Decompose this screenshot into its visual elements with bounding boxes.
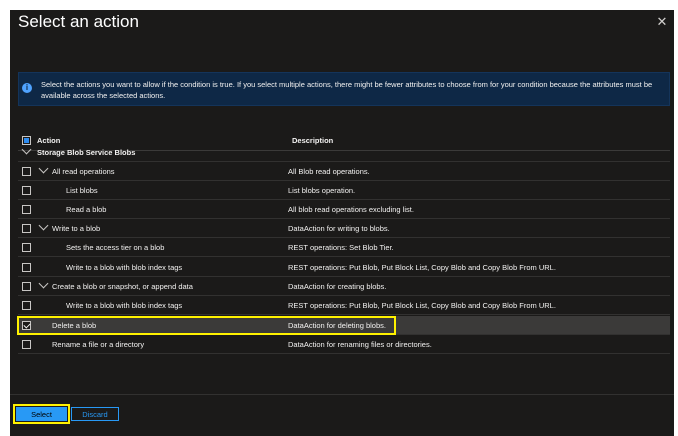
row-checkbox[interactable] xyxy=(22,340,31,349)
action-description: All Blob read operations. xyxy=(288,167,370,176)
action-description: REST operations: Set Blob Tier. xyxy=(288,243,394,252)
table-row[interactable]: Rename a file or a directory DataAction … xyxy=(18,335,670,354)
action-description: REST operations: Put Blob, Put Block Lis… xyxy=(288,301,556,310)
select-action-panel: Select an action ✕ i Select the actions … xyxy=(10,10,674,436)
chevron-down-icon[interactable] xyxy=(38,163,49,174)
action-description: All blob read operations excluding list. xyxy=(288,205,414,214)
panel-title: Select an action xyxy=(18,12,139,31)
action-label: Delete a blob xyxy=(52,321,97,330)
table-row[interactable]: List blobs List blobs operation. xyxy=(18,181,670,200)
action-label: Sets the access tier on a blob xyxy=(66,243,165,252)
table-row[interactable]: Write to a blob with blob index tags RES… xyxy=(18,296,670,315)
row-checkbox[interactable] xyxy=(22,186,31,195)
action-description: List blobs operation. xyxy=(288,186,356,195)
row-checkbox[interactable] xyxy=(22,224,31,233)
footer-divider xyxy=(10,394,674,395)
group-row-storage-blob[interactable]: Storage Blob Service Blobs xyxy=(18,143,670,162)
table-row[interactable]: All read operations All Blob read operat… xyxy=(18,162,670,181)
action-description: DataAction for writing to blobs. xyxy=(288,224,390,233)
action-label: List blobs xyxy=(66,186,98,195)
row-checkbox-checked[interactable] xyxy=(22,321,31,330)
action-label: All read operations xyxy=(52,167,115,176)
action-description: DataAction for deleting blobs. xyxy=(288,321,386,330)
action-label: Rename a file or a directory xyxy=(52,340,145,349)
action-label: Write to a blob with blob index tags xyxy=(66,263,183,272)
chevron-down-icon[interactable] xyxy=(21,144,32,155)
info-text: Select the actions you want to allow if … xyxy=(41,80,653,100)
action-label: Create a blob or snapshot, or append dat… xyxy=(52,282,193,291)
row-checkbox[interactable] xyxy=(22,282,31,291)
chevron-down-icon[interactable] xyxy=(38,278,49,289)
action-description: DataAction for renaming files or directo… xyxy=(288,340,432,349)
row-checkbox[interactable] xyxy=(22,263,31,272)
table-row-selected[interactable]: Delete a blob DataAction for deleting bl… xyxy=(18,316,670,335)
action-description: DataAction for creating blobs. xyxy=(288,282,387,291)
table-row[interactable]: Create a blob or snapshot, or append dat… xyxy=(18,277,670,296)
row-checkbox[interactable] xyxy=(22,301,31,310)
table-row[interactable]: Sets the access tier on a blob REST oper… xyxy=(18,238,670,257)
table-row[interactable]: Read a blob All blob read operations exc… xyxy=(18,200,670,219)
row-checkbox[interactable] xyxy=(22,167,31,176)
table-row[interactable]: Write to a blob with blob index tags RES… xyxy=(18,258,670,277)
chevron-down-icon[interactable] xyxy=(38,220,49,231)
action-label: Write to a blob with blob index tags xyxy=(66,301,183,310)
info-banner: i Select the actions you want to allow i… xyxy=(18,72,670,106)
row-checkbox[interactable] xyxy=(22,243,31,252)
action-label: Read a blob xyxy=(66,205,107,214)
info-icon: i xyxy=(22,83,32,93)
select-button[interactable]: Select xyxy=(16,407,67,421)
row-checkbox[interactable] xyxy=(22,205,31,214)
close-icon[interactable]: ✕ xyxy=(656,15,668,28)
action-label: Write to a blob xyxy=(52,224,101,233)
discard-button[interactable]: Discard xyxy=(71,407,119,421)
table-row[interactable]: Write to a blob DataAction for writing t… xyxy=(18,219,670,238)
action-description: REST operations: Put Blob, Put Block Lis… xyxy=(288,263,556,272)
group-label: Storage Blob Service Blobs xyxy=(37,148,136,157)
